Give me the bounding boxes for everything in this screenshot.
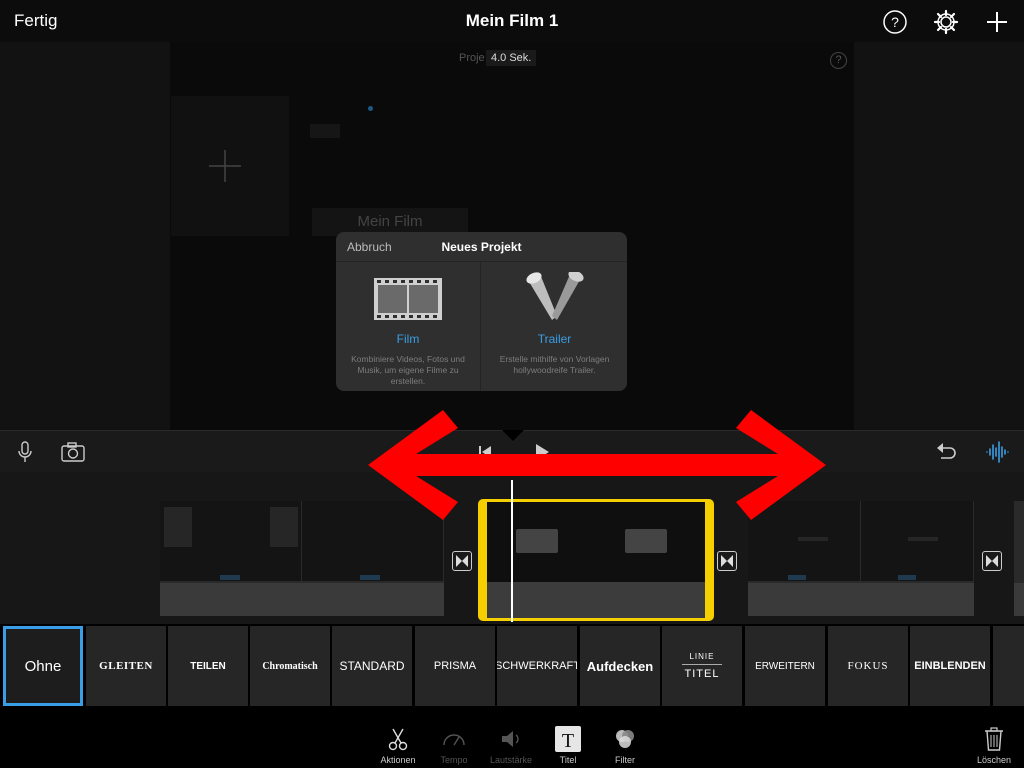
tool-label: Lautstärke — [489, 755, 533, 765]
option-trailer-name: Trailer — [537, 332, 572, 346]
linie-divider — [682, 664, 722, 665]
plus-icon — [209, 150, 241, 182]
title-style-standard[interactable]: STANDARD — [332, 626, 412, 706]
option-film-name: Film — [396, 332, 420, 346]
clip-frame — [861, 501, 974, 581]
clip-thumb-detail — [788, 575, 806, 580]
title-style-chromatisch[interactable]: Chromatisch — [250, 626, 330, 706]
title-style-strip: Ohne GLEITEN TEILEN Chromatisch STANDARD… — [0, 624, 1024, 708]
title-style-gleiten[interactable]: GLEITEN — [86, 626, 166, 706]
timeline-clip[interactable] — [1014, 501, 1024, 616]
clip-thumb-detail — [360, 575, 380, 580]
tool-label: Filter — [615, 755, 635, 765]
viewer-help-icon[interactable]: ? — [830, 52, 847, 69]
title-style-schwerkraft-label: SCHWERKRAFT — [497, 660, 577, 672]
titel-label: TITEL — [684, 668, 720, 680]
linie-label: LINIE — [689, 652, 715, 661]
clip-thumb-detail — [898, 575, 916, 580]
duration-badge: 4.0 Sek. — [486, 50, 537, 66]
clip-thumb-detail — [516, 529, 558, 553]
title-style-ohne[interactable]: Ohne — [3, 626, 83, 706]
transition-icon[interactable] — [717, 551, 737, 571]
clip-audio-track — [1014, 583, 1024, 616]
clip-audio-track — [748, 583, 974, 616]
popup-title: Neues Projekt — [441, 240, 522, 254]
undo-icon[interactable] — [933, 439, 959, 465]
title-style-linie-titel[interactable]: LINIE TITEL — [662, 626, 742, 706]
option-trailer[interactable]: Trailer Erstelle mithilfe von Vorlagen h… — [482, 262, 627, 391]
tool-filter[interactable]: Filter — [595, 708, 655, 768]
transition-icon[interactable] — [452, 551, 472, 571]
ghost-box — [310, 124, 340, 138]
title-style-erweitern[interactable]: ERWEITERN — [745, 626, 825, 706]
project-title: Mein Film 1 — [465, 11, 559, 30]
delete-label: Löschen — [976, 755, 1012, 765]
speedometer-icon — [443, 734, 465, 746]
clip-audio-track — [487, 582, 705, 618]
add-plus-icon[interactable] — [984, 9, 1010, 35]
clip-thumb-detail — [625, 529, 667, 553]
title-style-schwerkraft[interactable]: SCHWERKRAFT — [497, 626, 577, 706]
red-double-arrow-annotation — [368, 410, 826, 520]
title-style-more[interactable] — [993, 626, 1024, 706]
trash-icon — [985, 727, 1003, 751]
tool-label: Aktionen — [380, 755, 416, 765]
title-style-aufdecken[interactable]: Aufdecken — [580, 626, 660, 706]
popup-header: Abbruch Neues Projekt — [336, 232, 627, 262]
svg-text:T: T — [562, 730, 574, 752]
camera-icon[interactable] — [60, 439, 86, 465]
title-style-teilen[interactable]: TEILEN — [168, 626, 248, 706]
transition-icon[interactable] — [982, 551, 1002, 571]
clip-thumb-detail — [270, 507, 298, 547]
clip-thumb-detail — [164, 507, 192, 547]
film-strip-icon — [374, 278, 442, 320]
tool-label: Titel — [559, 755, 577, 765]
microphone-icon[interactable] — [12, 439, 38, 465]
add-media-tile — [171, 96, 289, 236]
bottom-toolbar: Aktionen Tempo Lautstärke T Titel Filter — [0, 708, 1024, 768]
tool-lautstaerke[interactable]: Lautstärke — [481, 708, 541, 768]
filter-circles-icon — [616, 730, 634, 748]
new-project-popup: Abbruch Neues Projekt Film Kombiniere Vi… — [336, 232, 627, 391]
trailer-spotlight-icon — [526, 272, 584, 320]
clip-thumb-detail — [798, 537, 828, 541]
tool-titel[interactable]: T Titel — [538, 708, 598, 768]
delete-button[interactable]: Löschen — [964, 708, 1024, 768]
clip-thumb-detail — [908, 537, 938, 541]
help-icon[interactable]: ? — [882, 9, 908, 35]
audio-waveform-icon[interactable] — [984, 439, 1010, 465]
svg-text:?: ? — [891, 14, 899, 30]
speaker-icon — [502, 731, 519, 747]
project-label: Proje — [459, 52, 485, 64]
title-t-icon: T — [555, 726, 581, 752]
tool-label: Tempo — [440, 755, 468, 765]
option-trailer-description: Erstelle mithilfe von Vorlagen hollywood… — [499, 354, 610, 375]
title-style-prisma[interactable]: PRISMA — [415, 626, 495, 706]
title-style-fokus[interactable]: FOKUS — [828, 626, 908, 706]
title-style-einblenden[interactable]: EINBLENDEN — [910, 626, 990, 706]
settings-gear-icon[interactable] — [933, 9, 959, 35]
tool-tempo[interactable]: Tempo — [424, 708, 484, 768]
clip-thumb-detail — [220, 575, 240, 580]
clip-audio-track — [160, 583, 444, 616]
option-film-description: Kombiniere Videos, Fotos und Musik, um e… — [351, 354, 465, 386]
tool-aktionen[interactable]: Aktionen — [368, 708, 428, 768]
option-film[interactable]: Film Kombiniere Videos, Fotos und Musik,… — [336, 262, 481, 391]
top-bar: Fertig Mein Film 1 ? — [0, 0, 1024, 42]
scissors-icon — [388, 728, 408, 751]
ghost-dot — [368, 106, 373, 111]
